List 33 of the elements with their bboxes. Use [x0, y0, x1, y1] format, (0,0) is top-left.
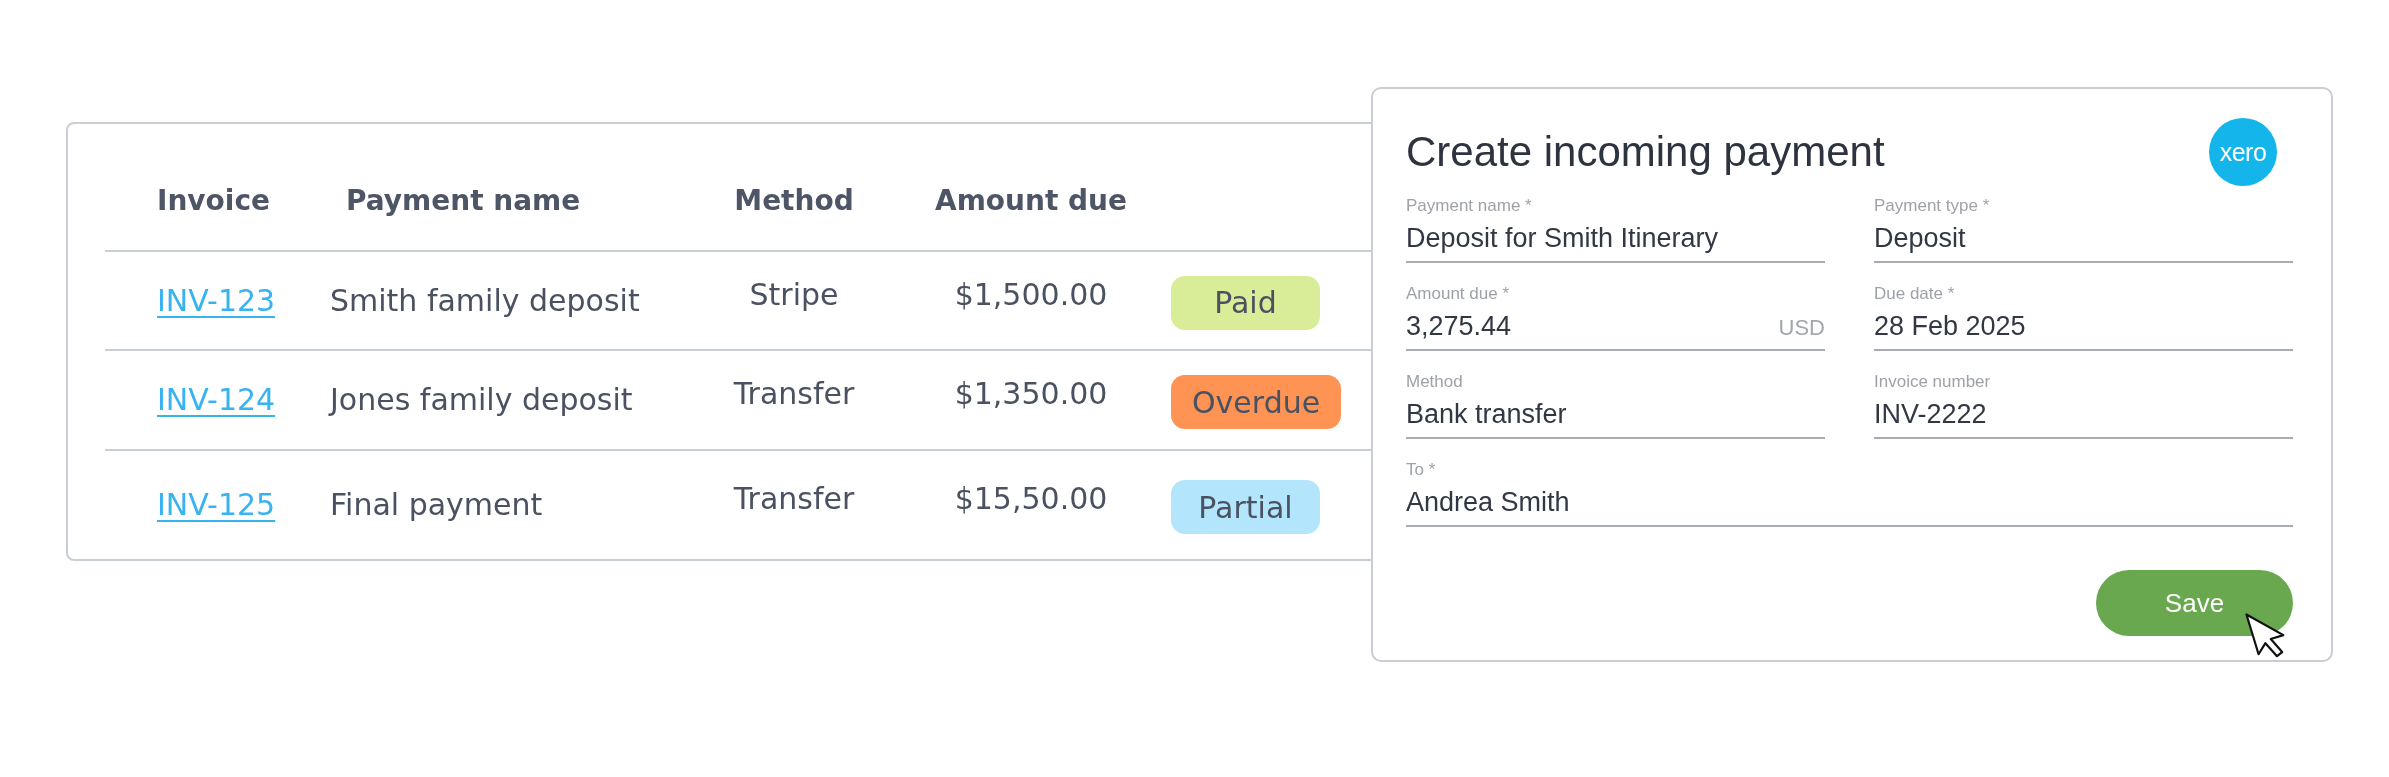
table-cell: Jones family deposit [330, 381, 633, 419]
field-label: To * [1406, 460, 1436, 480]
input-field[interactable]: INV-2222 [1874, 397, 2293, 439]
logo: xero [2209, 118, 2277, 186]
table-cell: $1,350.00 [954, 375, 1108, 413]
input-field[interactable]: Deposit [1874, 221, 2293, 263]
table-cell: $15,50.00 [954, 480, 1108, 518]
cursor-icon [2244, 612, 2286, 659]
input-field[interactable]: Deposit for Smith Itinerary [1406, 221, 1825, 263]
table-cell: Stripe [749, 275, 839, 314]
field-label: Amount due * [1406, 284, 1509, 304]
table-cell: Smith family deposit [330, 281, 640, 320]
column-header: Amount due [934, 183, 1128, 219]
status-badge: Paid [1171, 275, 1320, 330]
column-header: Method [734, 183, 854, 219]
field-label: Invoice number [1874, 372, 1991, 392]
field-label: Due date * [1874, 284, 1955, 304]
table-cell: Transfer [733, 480, 855, 518]
status-badge: Overdue [1171, 375, 1342, 429]
input-field[interactable]: Andrea Smith [1406, 485, 2293, 527]
dialog-title: Create incoming payment [1406, 127, 1885, 177]
table-cell: Final payment [330, 486, 543, 524]
column-header: Payment name [346, 183, 581, 219]
field-label: Payment name * [1406, 196, 1532, 216]
field-label: Method [1406, 372, 1463, 392]
status-badge: Partial [1171, 480, 1320, 534]
field-label: Payment type * [1874, 196, 1990, 216]
input-field[interactable]: Bank transfer [1406, 397, 1825, 439]
currency-suffix: USD [1778, 315, 1825, 341]
input-field[interactable]: 28 Feb 2025 [1874, 309, 2293, 351]
table-cell: $1,500.00 [954, 275, 1108, 314]
column-header: Invoice [157, 183, 271, 219]
table-cell: Transfer [733, 375, 855, 413]
